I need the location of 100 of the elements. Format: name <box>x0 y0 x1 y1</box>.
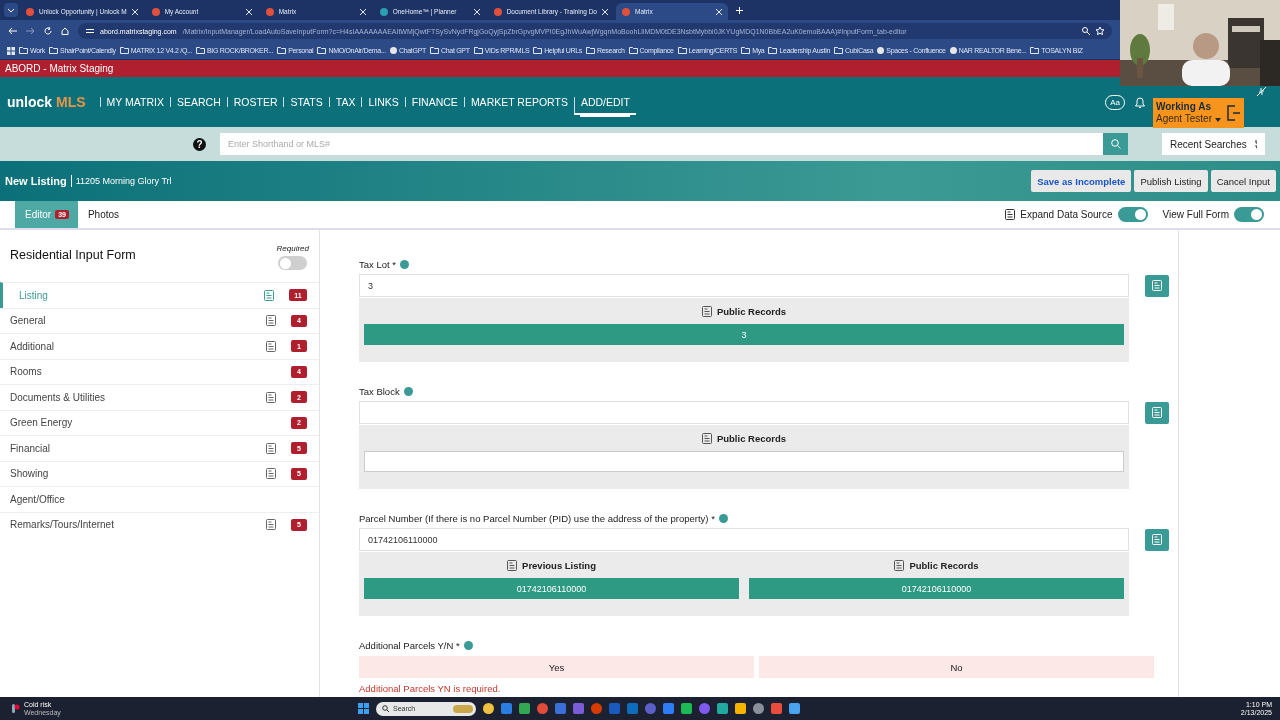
site-icon <box>379 7 388 16</box>
close-icon[interactable] <box>359 8 366 15</box>
folder-icon <box>473 47 483 54</box>
toggle-label: Expand Data Source <box>1020 209 1113 220</box>
site-icon <box>265 7 274 16</box>
option-button[interactable]: Yes <box>359 656 754 678</box>
nav-link[interactable]: FINANCE <box>404 97 464 107</box>
records-button[interactable] <box>1145 528 1169 551</box>
toggle-switch[interactable] <box>278 256 308 270</box>
home-icon[interactable] <box>61 27 69 35</box>
taskbar-app-icon[interactable] <box>537 703 548 714</box>
source-label: Public Records <box>716 432 787 444</box>
help-button[interactable]: ? <box>193 137 206 151</box>
close-icon[interactable] <box>245 8 252 15</box>
records-button[interactable] <box>1145 401 1169 424</box>
folder-icon <box>119 47 129 54</box>
info-icon[interactable] <box>718 513 728 523</box>
site-icon <box>26 7 34 16</box>
data-source-icon <box>701 305 712 317</box>
folder-icon <box>1030 47 1040 54</box>
folder-icon <box>19 47 28 54</box>
info-icon[interactable] <box>403 386 413 396</box>
form-section-item[interactable]: Agent/Office <box>0 486 319 512</box>
search-highlight-icon <box>453 704 473 713</box>
input-field[interactable] <box>359 401 1129 424</box>
nav-link[interactable]: STATS <box>283 97 329 107</box>
field-label: Parcel Number (If there is no Parcel Number (PID) use the address of the property) * <box>359 512 715 524</box>
form-title: Residential Input Form <box>10 248 136 264</box>
close-icon[interactable] <box>602 8 608 15</box>
folder-icon <box>677 47 687 54</box>
error-message: Additional Parcels YN is required. <box>359 683 501 694</box>
action-button[interactable]: Save as Incomplete <box>1031 170 1132 192</box>
taskbar-app-icon[interactable] <box>753 703 764 714</box>
listing-title: New Listing <box>5 175 72 187</box>
input-field[interactable]: 3 <box>359 274 1129 297</box>
toggle-switch[interactable] <box>1117 207 1148 222</box>
action-button[interactable]: Cancel Input <box>1210 170 1276 192</box>
star-icon[interactable] <box>1096 27 1104 35</box>
document-icon <box>1152 407 1162 418</box>
nav-link[interactable]: TAX <box>328 97 362 107</box>
folder-icon <box>430 47 439 54</box>
data-source-icon <box>894 559 905 571</box>
document-icon <box>1152 534 1162 545</box>
nav-link[interactable]: MY MATRIX <box>99 97 170 107</box>
input-field[interactable]: 01742106110000 <box>359 528 1129 551</box>
folder-icon <box>277 47 287 54</box>
site-icon <box>877 47 885 54</box>
taskbar-app-icon[interactable] <box>735 703 746 714</box>
info-icon[interactable] <box>399 259 409 269</box>
working-as-menu[interactable]: Working As Agent Tester <box>1153 98 1244 128</box>
start-icon[interactable] <box>358 703 369 714</box>
nav-link[interactable]: ADD/EDIT <box>573 97 636 115</box>
action-button[interactable]: Publish Listing <box>1134 170 1208 192</box>
nav-link[interactable]: LINKS <box>361 97 405 107</box>
bell-icon[interactable] <box>1135 96 1145 108</box>
taskbar-app-icon[interactable] <box>483 703 494 714</box>
field-label: Tax Block <box>359 385 400 397</box>
nav-link[interactable]: SEARCH <box>169 97 227 107</box>
nav-link[interactable]: MARKET REPORTS <box>463 97 574 107</box>
folder-icon <box>49 47 58 54</box>
reload-icon[interactable] <box>44 27 52 35</box>
records-button[interactable] <box>1145 274 1169 297</box>
site-icon <box>389 47 397 54</box>
tab-list-icon[interactable] <box>4 3 18 17</box>
source-label: Public Records <box>716 305 787 317</box>
toggle-switch[interactable] <box>1234 207 1264 222</box>
environment-title: ABORD - Matrix Staging <box>5 63 114 74</box>
search-icon <box>1110 139 1121 149</box>
data-source-icon <box>507 559 518 571</box>
close-icon[interactable] <box>473 8 480 15</box>
close-icon[interactable] <box>131 8 138 15</box>
folder-icon <box>834 47 843 54</box>
recent-searches-button[interactable]: Recent Searches <box>1162 133 1265 155</box>
logo[interactable]: unlock MLS <box>7 94 86 110</box>
close-icon[interactable] <box>716 8 722 15</box>
apps-icon[interactable] <box>7 46 15 55</box>
info-icon[interactable] <box>463 640 473 650</box>
forward-icon[interactable] <box>26 27 35 35</box>
search-button[interactable] <box>1103 133 1128 155</box>
editor-tab[interactable]: Photos <box>77 201 129 228</box>
folder-icon <box>533 47 543 54</box>
new-tab-icon[interactable] <box>736 6 743 14</box>
back-icon[interactable] <box>8 27 17 35</box>
site-icon <box>493 7 502 16</box>
site-icon <box>622 7 630 16</box>
source-value-field[interactable] <box>364 451 1124 472</box>
field-label: Tax Lot * <box>359 258 396 270</box>
data-source-icon <box>701 432 712 444</box>
option-button[interactable]: No <box>759 656 1154 678</box>
field-label: Additional Parcels Y/N * <box>359 639 460 651</box>
required-label: Required <box>276 244 309 253</box>
collapse-icon[interactable] <box>1257 86 1266 96</box>
logout-icon <box>1226 105 1240 121</box>
zoom-icon[interactable] <box>1082 27 1090 35</box>
search-icon <box>382 705 389 712</box>
toggle-label: View Full Form <box>1162 209 1229 220</box>
nav-link[interactable]: ROSTER <box>226 97 284 107</box>
source-label: Public Records <box>909 559 979 571</box>
folder-icon <box>628 47 638 54</box>
source-label: Previous Listing <box>522 559 596 571</box>
